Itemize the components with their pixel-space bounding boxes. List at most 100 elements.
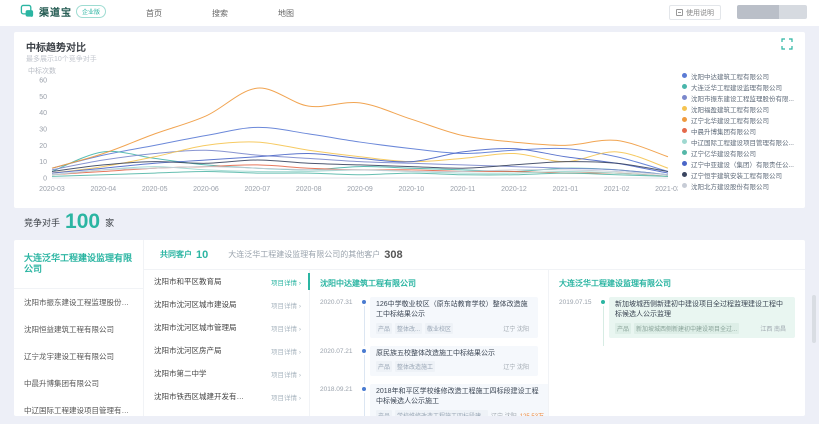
timeline-company-name[interactable]: 大连泛华工程建设监理有限公司	[559, 278, 795, 289]
legend-company-label: 沈阳中达建筑工程有限公司	[691, 71, 769, 81]
usage-help-button[interactable]: 使用说明	[669, 5, 721, 20]
entry-date: 2020.07.21	[320, 346, 360, 377]
svg-text:2021-03: 2021-03	[655, 186, 678, 193]
svg-text:2020-06: 2020-06	[193, 186, 219, 193]
svg-text:20: 20	[39, 143, 47, 150]
chart-title: 中标趋势对比	[26, 39, 86, 54]
legend-dot-icon	[682, 183, 687, 188]
nav-item[interactable]: 首页	[140, 8, 168, 19]
customer-tab[interactable]: 大连泛华工程建设监理有限公司的其他客户 308	[228, 249, 402, 261]
entry-title[interactable]: 126中学敬业校区（原东站教育学校）整体改造施工中标结果公示	[376, 300, 532, 320]
sidebar-company-item[interactable]: 辽宁龙宇建设工程有限公司	[14, 343, 143, 370]
legend-item[interactable]: 辽宁恒宇建筑安装工程有限公司	[682, 169, 819, 180]
svg-text:2021-01: 2021-01	[552, 186, 578, 193]
timeline-company-name[interactable]: 沈阳中达建筑工程有限公司	[320, 278, 538, 289]
project-detail-link[interactable]: 项目详情	[271, 369, 301, 379]
product-tag-label: 产品	[615, 323, 631, 334]
svg-text:2020-10: 2020-10	[398, 186, 424, 193]
sidebar-company-item[interactable]: 大连泛华工程建设监理有限公司	[14, 240, 143, 289]
entry-location: 辽宁 沈阳	[503, 324, 529, 333]
edition-badge: 企业版	[76, 5, 106, 18]
trend-chart-card: 中标趋势对比 最多展示10个竞争对手 中标次数 0102030405060202…	[14, 32, 805, 208]
customer-row[interactable]: 沈阳市铁西区城建开发有限责任公司 项目详情	[144, 385, 309, 408]
sidebar-company-item[interactable]: 中晨升博集团有限公司	[14, 370, 143, 397]
project-detail-link[interactable]: 项目详情	[271, 277, 301, 287]
fullscreen-icon[interactable]	[781, 38, 793, 50]
legend-company-label: 中辽国际工程建设项目管理有限公...	[691, 137, 794, 147]
customer-name: 沈阳市沈河区房产局	[154, 345, 222, 356]
competitor-unit: 家	[105, 216, 114, 232]
main-nav: 首页 搜索 地图	[140, 0, 300, 26]
product-tag: 新加坡城西侧新建初中建设项目全过...	[634, 323, 739, 334]
app-logo[interactable]: 渠道宝 企业版	[20, 4, 106, 19]
legend-item[interactable]: 沈阳市振东建设工程监理股份有限...	[682, 92, 819, 103]
product-tag-label: 产品	[376, 410, 392, 416]
customer-name: 沈阳市沈河区城市管理局	[154, 322, 237, 333]
legend-dot-icon	[682, 139, 687, 144]
project-detail-link[interactable]: 项目详情	[271, 392, 301, 402]
timeline-dot-icon	[360, 297, 370, 338]
customer-row[interactable]: 沈阳市和平区教育局 项目详情	[144, 270, 309, 293]
help-label: 使用说明	[686, 8, 714, 18]
legend-company-label: 辽宁亿华建设有限公司	[691, 148, 756, 158]
customer-tab[interactable]: 共同客户 10	[160, 249, 208, 261]
legend-dot-icon	[682, 84, 687, 89]
page-scrollbar-thumb[interactable]	[812, 295, 816, 343]
entry-title[interactable]: 2018年和平区学校维修改造工程施工四标段建设工程中标候选人公示施工	[376, 387, 544, 407]
customer-row[interactable]: 沈阳市沈河区城市管理局 项目详情	[144, 316, 309, 339]
svg-text:2020-09: 2020-09	[347, 186, 373, 193]
timeline-entry: 2019.07.15 新加坡城西侧新建初中建设项目全过程监理建设工程中标候选人公…	[559, 297, 795, 338]
customer-name: 沈阳市铁西区城建开发有限责任公司	[154, 391, 250, 402]
customer-row[interactable]: 沈阳市沈河区城市建设局 项目详情	[144, 293, 309, 316]
entry-meta: 产品 整体改...敬业校区 辽宁 沈阳	[376, 323, 532, 334]
trend-line-chart: 01020304050602020-032020-042020-052020-0…	[18, 72, 678, 202]
svg-text:2020-05: 2020-05	[142, 186, 168, 193]
timeline-entry: 2020.07.21 原民族五校整体改造施工中标结果公示 产品 整体改造施工 辽…	[320, 346, 538, 377]
legend-dot-icon	[682, 150, 687, 155]
svg-text:2020-03: 2020-03	[39, 186, 65, 193]
svg-text:50: 50	[39, 94, 47, 101]
app-name: 渠道宝	[39, 4, 72, 19]
customer-name: 沈阳市和平区教育局	[154, 276, 222, 287]
project-detail-link[interactable]: 项目详情	[271, 323, 301, 333]
nav-item[interactable]: 地图	[272, 8, 300, 19]
customer-name: 沈阳市沈河区城市建设局	[154, 299, 237, 310]
legend-company-label: 辽宁恒宇建筑安装工程有限公司	[691, 170, 782, 180]
tab-label: 共同客户	[160, 249, 192, 261]
legend-item[interactable]: 中辽国际工程建设项目管理有限公...	[682, 136, 819, 147]
tab-count: 308	[384, 250, 402, 261]
entry-location: 辽宁 沈阳	[503, 362, 529, 371]
legend-item[interactable]: 沈阳北方建设股份有限公司	[682, 180, 819, 191]
sidebar-company-item[interactable]: 沈阳恒益建筑工程有限公司	[14, 316, 143, 343]
chart-subtitle: 最多展示10个竞争对手	[26, 54, 97, 64]
project-detail-link[interactable]: 项目详情	[271, 346, 301, 356]
svg-text:30: 30	[39, 127, 47, 134]
legend-item[interactable]: 辽宁北华建设工程有限公司	[682, 114, 819, 125]
timeline-entry: 2020.07.31 126中学敬业校区（原东站教育学校）整体改造施工中标结果公…	[320, 297, 538, 338]
manual-icon	[676, 9, 683, 16]
nav-item[interactable]: 搜索	[206, 8, 234, 19]
timeline-entry: 2018.09.21 2018年和平区学校维修改造工程施工四标段建设工程中标候选…	[320, 384, 538, 416]
customer-row[interactable]: 沈阳市第二中学 项目详情	[144, 362, 309, 385]
entry-title[interactable]: 新加坡城西侧新建初中建设项目全过程监理建设工程中标候选人公示监理	[615, 300, 789, 320]
customer-row[interactable]: 沈阳市沈河区房产局 项目详情	[144, 339, 309, 362]
legend-item[interactable]: 中晨升博集团有限公司	[682, 125, 819, 136]
legend-item[interactable]: 辽宁亿华建设有限公司	[682, 147, 819, 158]
entry-title[interactable]: 原民族五校整体改造施工中标结果公示	[376, 349, 532, 359]
legend-item[interactable]: 大连泛华工程建设监理有限公司	[682, 81, 819, 92]
competitor-count-strip: 竞争对手 100 家	[24, 211, 114, 232]
company-timeline-panel: 沈阳中达建筑工程有限公司 2020.07.31 126中学敬业校区（原东站教育学…	[310, 270, 548, 416]
project-detail-link[interactable]: 项目详情	[271, 300, 301, 310]
legend-item[interactable]: 辽宁中亚建设（集团）有限责任公...	[682, 158, 819, 169]
legend-item[interactable]: 沈阳中达建筑工程有限公司	[682, 70, 819, 81]
sidebar-company-item[interactable]: 沈阳市振东建设工程监理股份有限...	[14, 289, 143, 316]
product-tag: 整体改造施工	[395, 361, 435, 372]
legend-item[interactable]: 沈阳福盈建筑工程有限公司	[682, 103, 819, 114]
entry-meta: 产品 整体改造施工 辽宁 沈阳	[376, 361, 532, 372]
legend-company-label: 沈阳福盈建筑工程有限公司	[691, 104, 769, 114]
product-tag-label: 产品	[376, 323, 392, 334]
user-account-area[interactable]	[737, 5, 807, 19]
competitor-sidebar: 大连泛华工程建设监理有限公司沈阳市振东建设工程监理股份有限...沈阳恒益建筑工程…	[14, 240, 144, 416]
legend-dot-icon	[682, 128, 687, 133]
sidebar-company-item[interactable]: 中辽国际工程建设项目管理有限公司	[14, 397, 143, 424]
